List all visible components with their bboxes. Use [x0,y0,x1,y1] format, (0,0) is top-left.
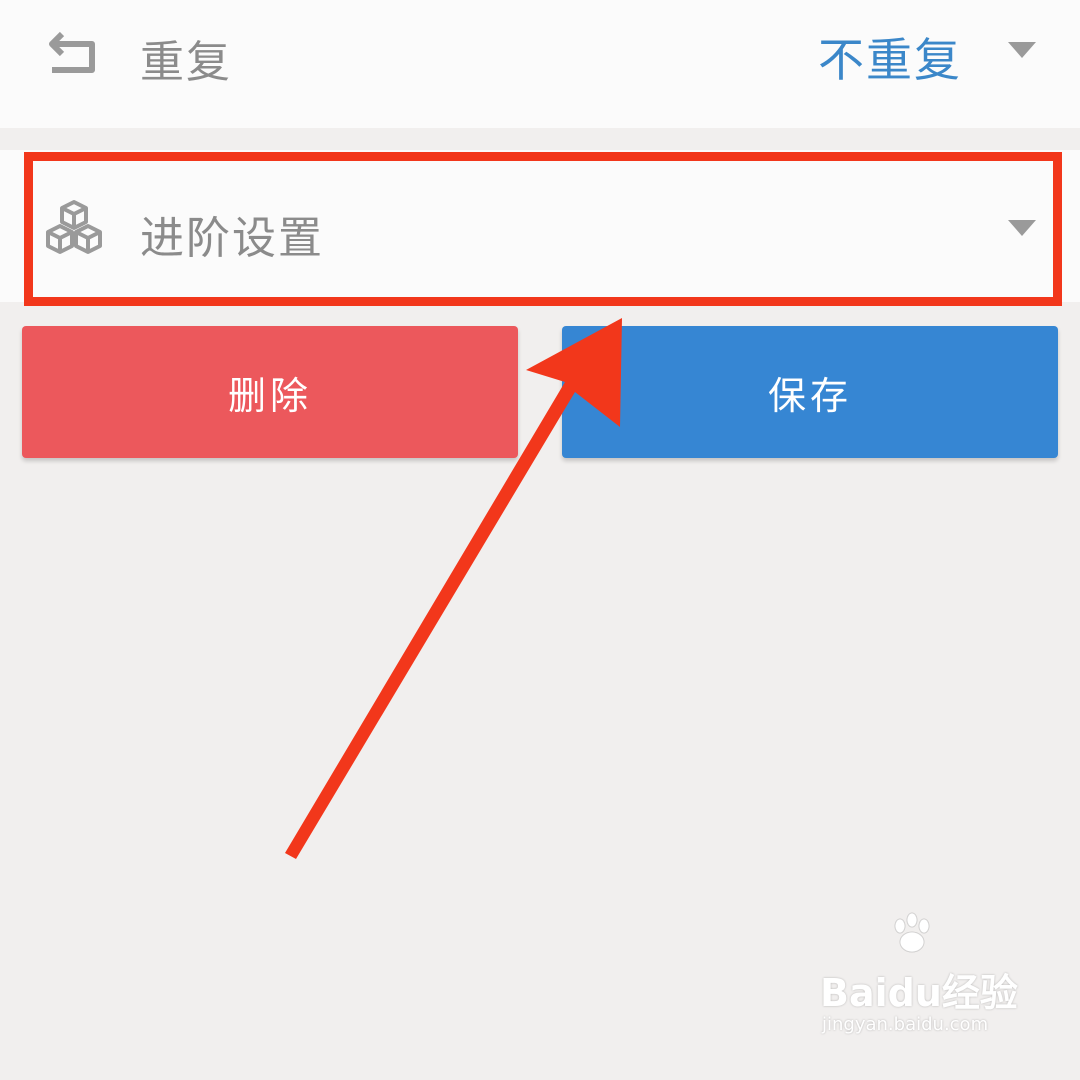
chevron-down-icon[interactable] [1008,220,1036,236]
paw-icon [890,912,934,956]
watermark-url: jingyan.baidu.com [822,1014,989,1035]
baidu-watermark: Baidu经验 jingyan.baidu.com [820,912,1020,1050]
undo-icon [44,22,104,82]
save-button[interactable]: 保存 [562,326,1058,458]
cubes-icon [44,198,104,258]
chevron-down-icon[interactable] [1008,42,1036,58]
advanced-settings-label: 进阶设置 [140,213,324,264]
delete-button[interactable]: 删除 [22,326,518,458]
repeat-setting-row[interactable]: 重复 不重复 [0,0,1080,128]
advanced-settings-row[interactable]: 进阶设置 [0,150,1080,302]
repeat-value[interactable]: 不重复 [818,24,962,90]
repeat-label: 重复 [140,37,232,88]
watermark-brand: Baidu经验 [820,971,1018,1015]
